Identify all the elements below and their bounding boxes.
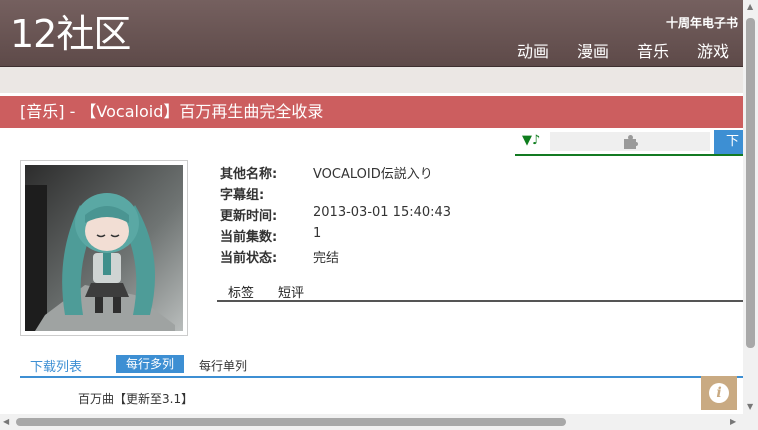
nav-anime[interactable]: 动画 [517,38,549,62]
main-nav: 动画 漫画 音乐 游戏 [517,38,729,62]
scroll-right-icon[interactable]: ▶ [730,417,736,426]
toolbar: ▼♪ 下 [515,130,743,156]
puzzle-icon [622,135,638,149]
scroll-down-icon[interactable]: ▼ [747,402,753,411]
detail-value: 1 [313,226,322,241]
miku-figure-image [25,165,183,331]
detail-label: 其他名称: [220,167,278,182]
detail-row: 当前状态: 完结 [220,247,451,268]
detail-tabs: 标签 短评 [217,282,743,302]
detail-list: 其他名称: VOCALOID伝説入り 字幕组: 更新时间: 2013-03-01 1… [220,163,451,268]
scroll-left-icon[interactable]: ◀ [3,417,9,426]
info-button[interactable]: i [701,376,737,410]
download-list-header: 下载列表 每行多列 每行单列 [20,354,743,378]
detail-row: 字幕组: [220,184,451,205]
horizontal-scroll-thumb[interactable] [16,418,566,426]
page-title: [音乐] - 【Vocaloid】百万再生曲完全收录 [0,96,743,128]
detail-label: 字幕组: [220,188,265,203]
sub-header-bar [0,67,743,93]
nav-comic[interactable]: 漫画 [577,38,609,62]
multi-column-toggle[interactable]: 每行多列 [116,355,185,373]
download-list-title: 下载列表 [30,360,83,375]
detail-value: VOCALOID伝説入り [313,167,433,182]
site-logo[interactable]: 12社区 [10,12,131,56]
vertical-scrollbar[interactable]: ▲ ▼ [743,0,758,414]
detail-label: 更新时间: [220,209,278,224]
single-column-toggle[interactable]: 每行单列 [199,357,247,374]
detail-row: 当前集数: 1 [220,226,451,247]
vertical-scroll-thumb[interactable] [746,18,755,348]
info-icon: i [709,383,729,403]
detail-label: 当前集数: [220,230,278,245]
tab-reviews[interactable]: 短评 [278,282,304,301]
cover-image [20,160,188,336]
site-header: 12社区 十周年电子书 动画 漫画 音乐 游戏 [0,0,743,67]
nav-game[interactable]: 游戏 [697,38,729,62]
detail-label: 当前状态: [220,251,278,266]
nav-music[interactable]: 音乐 [637,38,669,62]
episode-link[interactable]: 百万曲【更新至3.1】 [78,390,193,407]
detail-value: 2013-03-01 15:40:43 [313,205,452,220]
plugin-box[interactable] [550,132,710,151]
anniversary-ebook-link[interactable]: 十周年电子书 [666,14,738,31]
tab-tags[interactable]: 标签 [228,282,254,301]
detail-value: 完结 [313,251,340,266]
horizontal-scrollbar[interactable]: ◀ ▶ [0,414,758,430]
detail-row: 其他名称: VOCALOID伝説入り [220,163,451,184]
music-note-toggle[interactable]: ▼♪ [522,133,540,148]
scroll-up-icon[interactable]: ▲ [747,2,753,11]
download-button[interactable]: 下 [714,130,743,154]
detail-row: 更新时间: 2013-03-01 15:40:43 [220,205,451,226]
